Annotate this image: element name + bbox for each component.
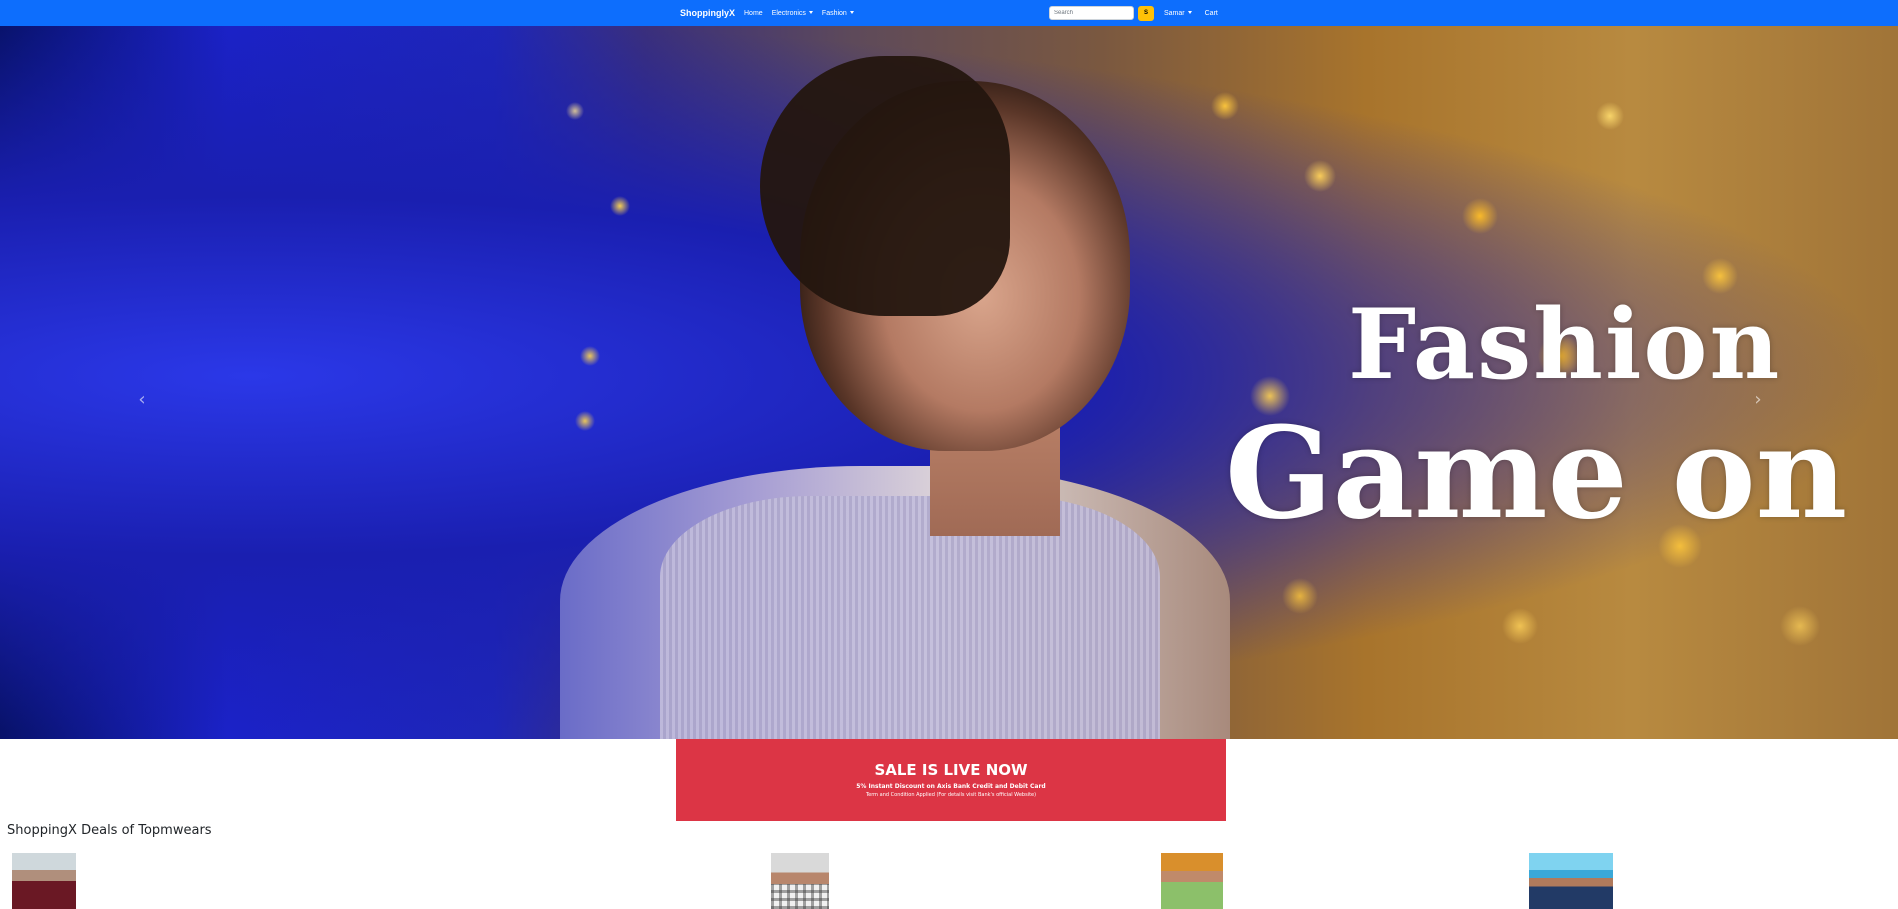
sale-subtitle: 5% Instant Discount on Axis Bank Credit … (856, 783, 1046, 790)
sale-title: SALE IS LIVE NOW (874, 761, 1028, 779)
search-input[interactable] (1049, 6, 1134, 20)
chevron-left-icon: ‹ (138, 388, 146, 410)
caret-down-icon (1187, 11, 1192, 15)
search-button[interactable]: S (1138, 5, 1154, 21)
hero-model-tank-top (660, 496, 1160, 739)
nav-right-group: S Samar Cart (1049, 0, 1227, 26)
carousel-prev-button[interactable]: ‹ (132, 388, 152, 410)
cart-link[interactable]: Cart (1205, 10, 1218, 17)
brand-logo[interactable]: ShoppinglyX (680, 8, 735, 18)
nav-dropdown-electronics[interactable]: Electronics (772, 10, 813, 17)
deals-heading: ShoppingX Deals of Topmwears (7, 823, 212, 838)
user-dropdown[interactable]: Samar (1164, 10, 1192, 17)
product-image (771, 853, 829, 909)
product-card[interactable] (771, 853, 829, 909)
sale-banner[interactable]: SALE IS LIVE NOW 5% Instant Discount on … (676, 739, 1226, 821)
nav-dropdown-fashion[interactable]: Fashion (822, 10, 854, 17)
product-image (1529, 853, 1613, 909)
product-image (12, 853, 76, 909)
hero-title-line1: Fashion (1348, 288, 1782, 401)
caret-down-icon (808, 11, 813, 15)
chevron-right-icon: › (1754, 388, 1762, 410)
nav-left-group: ShoppinglyX Home Electronics Fashion (680, 0, 863, 26)
top-navbar: ShoppinglyX Home Electronics Fashion S S… (0, 0, 1898, 26)
nav-link-home[interactable]: Home (744, 10, 763, 17)
nav-dropdown-fashion-label: Fashion (821, 9, 847, 17)
user-name: Samar (1164, 9, 1185, 17)
nav-dropdown-electronics-label: Electronics (771, 9, 806, 17)
product-card[interactable] (1529, 853, 1613, 909)
carousel-next-button[interactable]: › (1748, 388, 1768, 410)
product-image (1161, 853, 1223, 909)
hero-title-line2: Game on (1225, 399, 1848, 547)
product-image (392, 853, 450, 909)
product-card[interactable] (1161, 853, 1223, 909)
caret-down-icon (849, 11, 854, 15)
sale-terms: Term and Condition Applied (For details … (865, 792, 1037, 798)
product-card[interactable] (392, 853, 450, 909)
hero-carousel: Fashion Game on ‹ › (0, 26, 1898, 739)
hero-model-hair (760, 56, 1010, 316)
product-card[interactable] (12, 853, 76, 909)
